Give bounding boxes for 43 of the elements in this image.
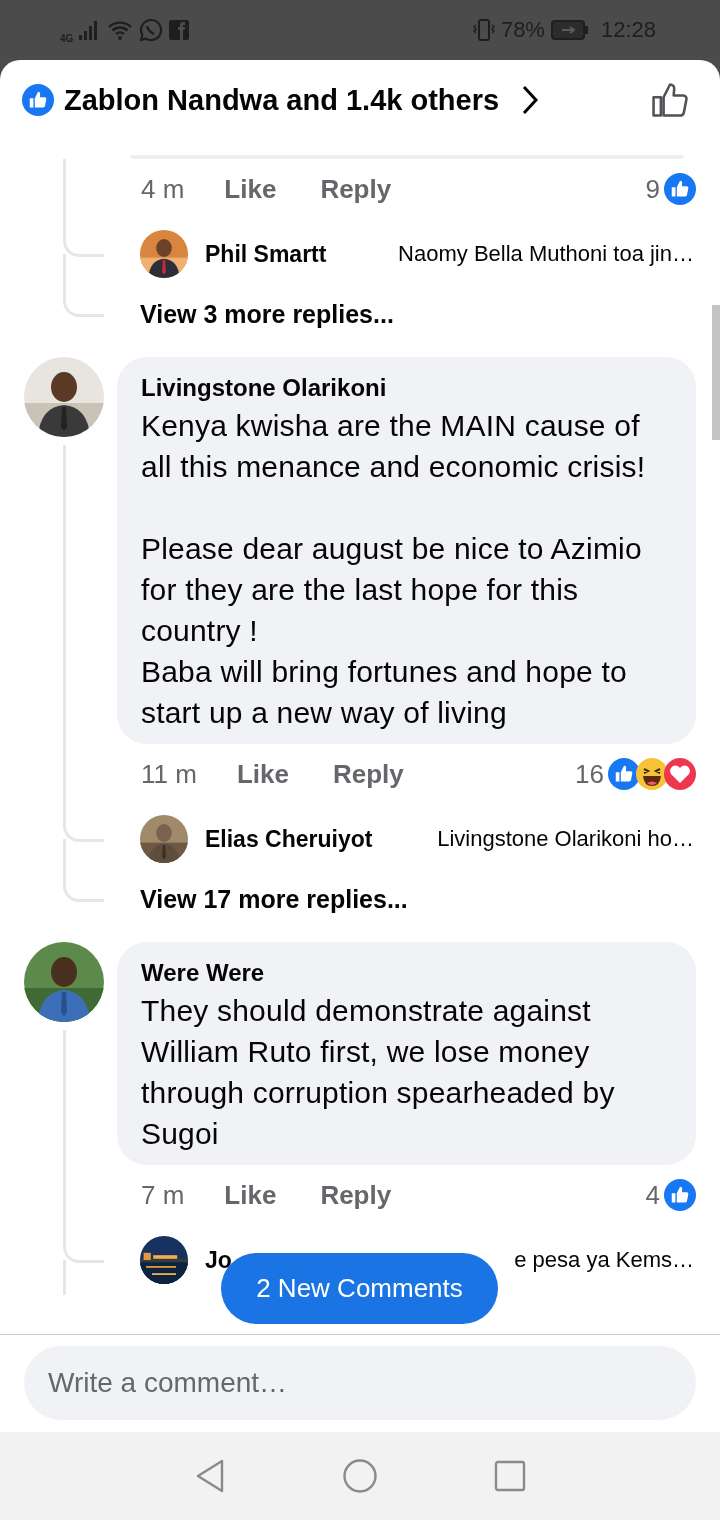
reply-avatar[interactable]	[140, 815, 188, 863]
reply-author[interactable]: Elias Cheruiyot	[205, 825, 373, 853]
home-icon[interactable]	[342, 1458, 378, 1494]
reply-text[interactable]: e pesa ya Kems…	[506, 1247, 694, 1273]
comment-author[interactable]: Were Were	[141, 956, 672, 990]
comment-author[interactable]: Livingstone Olarikoni	[141, 371, 672, 405]
reply-link[interactable]: Reply	[332, 758, 404, 790]
like-link[interactable]: Like	[224, 173, 277, 205]
vibrate-icon	[472, 18, 495, 42]
reaction-count[interactable]: 4	[645, 1179, 660, 1211]
reply-author[interactable]: Phil Smartt	[205, 240, 327, 268]
view-more-replies-link[interactable]: View 3 more replies...	[140, 299, 394, 329]
reply-link[interactable]: Reply	[320, 173, 392, 205]
reply-avatar[interactable]	[140, 230, 188, 278]
reply-link[interactable]: Reply	[320, 1179, 392, 1211]
reply-text[interactable]: Livingstone Olarikoni ho…	[429, 826, 694, 852]
reactions-title[interactable]: Zablon Nandwa and 1.4k others	[64, 83, 500, 117]
chat-bubble-icon	[139, 18, 164, 42]
like-link[interactable]: Like	[236, 758, 289, 790]
comment-time: 4 m	[141, 173, 185, 205]
reply-text[interactable]: Naomy Bella Muthoni toa jin…	[390, 241, 694, 267]
comment-input-field[interactable]: Write a comment…	[24, 1346, 696, 1420]
comment-text: They should demonstrate against William Ruto first, we lose money through corruption spearheaded by Sugoi	[141, 993, 616, 1152]
back-icon[interactable]	[194, 1458, 226, 1494]
like-link[interactable]: Like	[224, 1179, 277, 1211]
reaction-count[interactable]: 16	[575, 758, 604, 790]
reaction-count[interactable]: 9	[645, 173, 660, 205]
wifi-icon	[107, 19, 134, 41]
comment-text: Kenya kwisha are the MAIN cause of all this menance and economic crisis! Please dear august be nice to Azimio for they are the last hope for this country ! Baba will bring fortunes and hope to start up a new way of living	[141, 408, 647, 731]
view-more-replies-link[interactable]: View 17 more replies...	[140, 884, 408, 914]
like-icon	[664, 173, 696, 205]
like-icon	[664, 1179, 696, 1211]
battery-icon	[550, 20, 589, 40]
comment-time: 11 m	[141, 758, 197, 790]
recents-icon[interactable]	[494, 1460, 526, 1492]
reply-avatar[interactable]	[140, 1236, 188, 1284]
chevron-right-icon[interactable]	[521, 84, 540, 116]
comment-time: 7 m	[141, 1179, 185, 1211]
like-badge-icon	[22, 84, 54, 116]
like-icon	[608, 758, 640, 790]
app-icon	[169, 20, 190, 40]
laughing-emoji-icon	[636, 758, 668, 790]
scrollbar[interactable]	[712, 305, 720, 440]
